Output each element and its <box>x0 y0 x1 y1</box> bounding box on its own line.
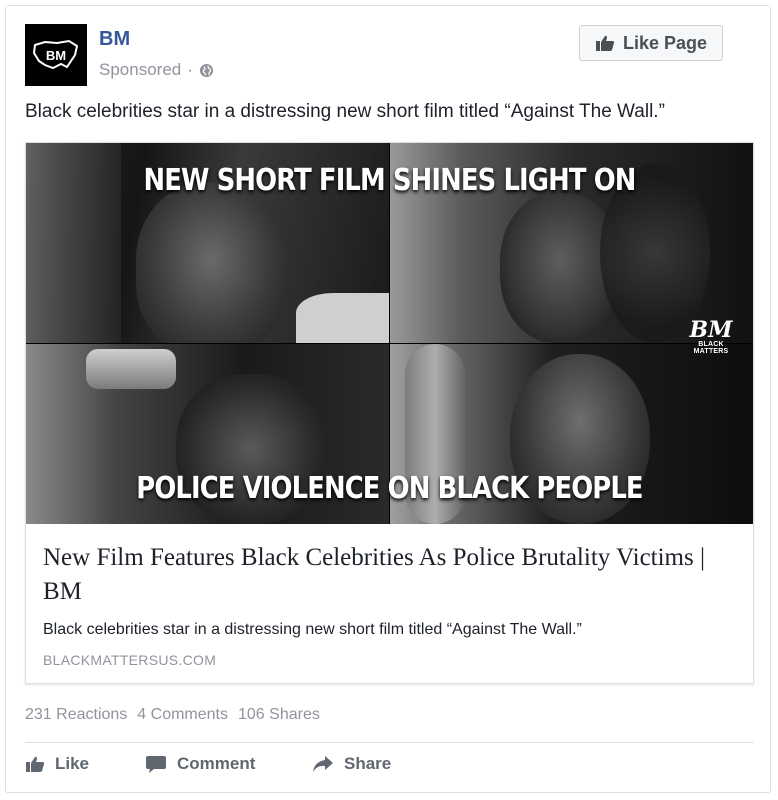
engagement-counts: 231 Reactions 4 Comments 106 Shares <box>25 706 320 724</box>
share-label: Share <box>344 754 392 773</box>
avatar-text: BM <box>45 47 67 63</box>
reactions-count[interactable]: 231 Reactions <box>25 706 127 724</box>
comment-button[interactable]: Comment <box>145 754 312 774</box>
like-button[interactable]: Like <box>25 754 145 774</box>
link-description: Black celebrities star in a distressing … <box>43 621 582 638</box>
watermark-text: BLACK MATTERS <box>693 341 729 355</box>
shares-count[interactable]: 106 Shares <box>238 706 320 724</box>
link-preview-card[interactable]: NEW SHORT FILM SHINES LIGHT ON POLICE VI… <box>25 142 754 684</box>
image-headline-bottom: POLICE VIOLENCE ON BLACK PEOPLE <box>136 471 643 506</box>
link-preview-image[interactable]: NEW SHORT FILM SHINES LIGHT ON POLICE VI… <box>26 143 753 524</box>
globe-icon[interactable] <box>199 63 214 78</box>
actions-divider <box>25 742 754 743</box>
comment-bubble-icon <box>145 754 167 774</box>
action-bar: Like Comment Share <box>25 754 432 774</box>
sponsored-post-card: BM BM Sponsored · Like Page Black celebr… <box>5 5 771 793</box>
link-domain: BLACKMATTERSUS.COM <box>43 652 217 668</box>
comments-count[interactable]: 4 Comments <box>137 706 228 724</box>
watermark-logo: BM <box>689 317 733 343</box>
sponsored-row: Sponsored · <box>99 60 214 80</box>
page-avatar[interactable]: BM <box>25 24 87 86</box>
link-title[interactable]: New Film Features Black Celebrities As P… <box>43 541 733 609</box>
page-name-link[interactable]: BM <box>99 28 130 51</box>
sponsored-label[interactable]: Sponsored <box>99 60 181 80</box>
share-button[interactable]: Share <box>312 754 432 774</box>
post-text: Black celebrities star in a distressing … <box>25 101 665 122</box>
image-headline-top: NEW SHORT FILM SHINES LIGHT ON <box>143 163 636 198</box>
share-arrow-icon <box>312 755 334 773</box>
like-page-label: Like Page <box>622 32 708 53</box>
thumbs-up-icon <box>595 34 615 52</box>
thumbs-up-icon <box>25 755 45 773</box>
like-page-button[interactable]: Like Page <box>579 25 723 61</box>
like-label: Like <box>55 754 90 773</box>
black-matters-watermark: BM BLACK MATTERS <box>681 319 741 355</box>
separator-dot: · <box>187 60 193 79</box>
comment-label: Comment <box>177 754 256 773</box>
